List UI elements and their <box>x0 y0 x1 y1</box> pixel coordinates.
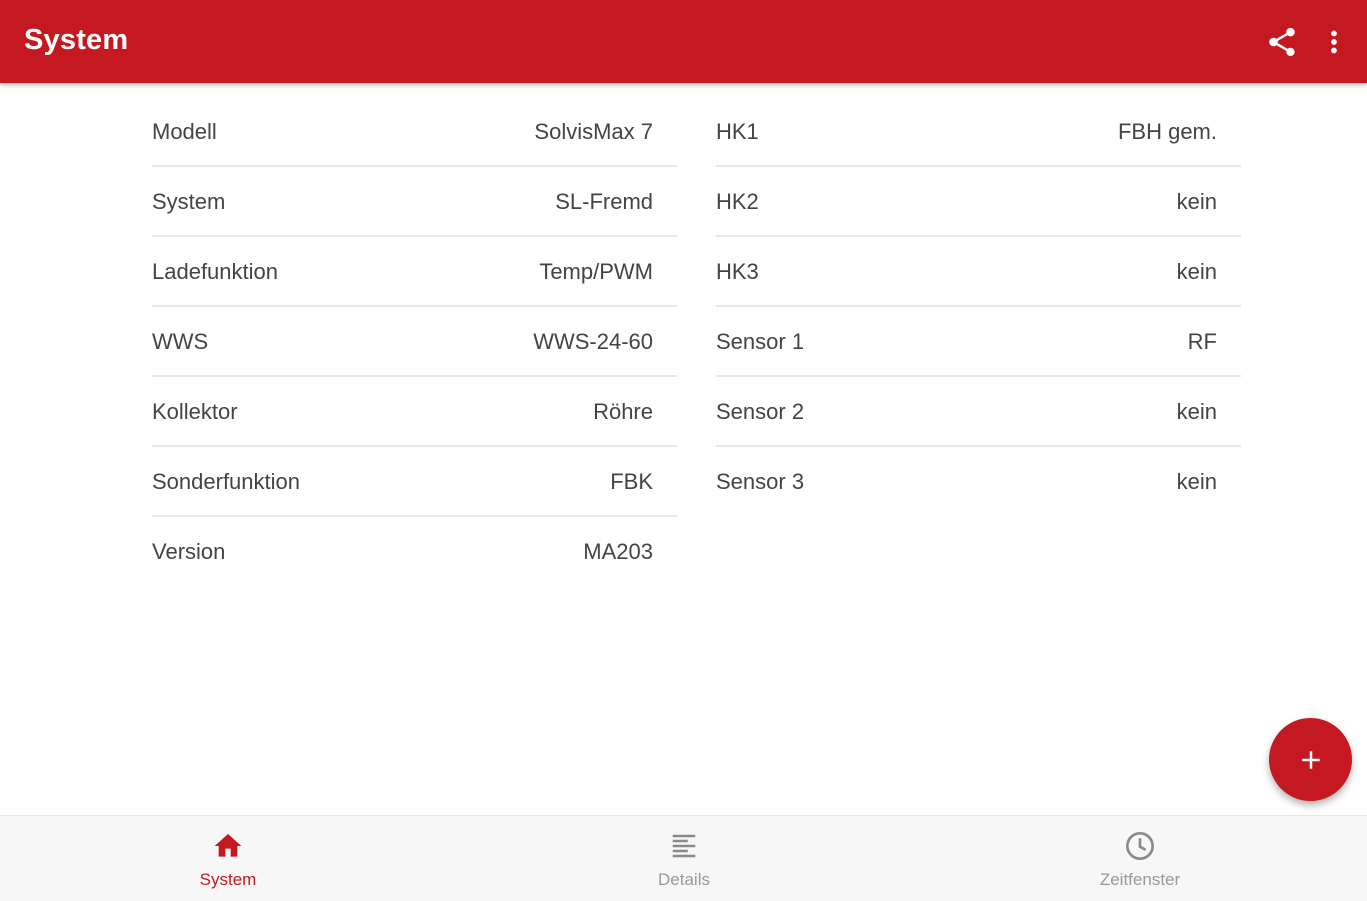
row-value: Röhre <box>593 399 653 424</box>
share-icon <box>1269 27 1295 57</box>
bottom-navigation: System Details Zeitfenster <box>0 815 1367 901</box>
system-info-right-column: HK1 FBH gem. HK2 kein HK3 kein Sensor 1 … <box>716 97 1241 515</box>
row-label: WWS <box>152 329 209 354</box>
info-row-ladefunktion: Ladefunktion Temp/PWM <box>152 237 677 307</box>
page-title: System <box>24 24 129 56</box>
row-value: RF <box>1187 329 1217 354</box>
plus-icon <box>1301 750 1320 769</box>
row-label: Sonderfunktion <box>152 469 300 494</box>
nav-label: Zeitfenster <box>1099 870 1181 889</box>
row-value: FBH gem. <box>1117 119 1217 144</box>
nav-item-zeitfenster[interactable]: Zeitfenster <box>1040 816 1240 901</box>
system-info-left-column: Modell SolvisMax 7 System SL-Fremd Ladef… <box>152 97 677 585</box>
info-row-hk3: HK3 kein <box>716 237 1241 307</box>
row-value: kein <box>1176 399 1217 424</box>
row-label: Sensor 3 <box>716 469 805 494</box>
row-value: kein <box>1176 469 1217 494</box>
info-row-wws: WWS WWS-24-60 <box>152 307 677 377</box>
more-options-button[interactable] <box>1314 21 1354 63</box>
info-row-sensor-2: Sensor 2 kein <box>716 377 1241 447</box>
row-value: kein <box>1176 259 1217 284</box>
row-label: HK1 <box>716 119 759 144</box>
home-icon <box>214 834 242 857</box>
add-fab-button[interactable] <box>1269 718 1352 801</box>
row-label: Ladefunktion <box>152 259 278 284</box>
row-label: Version <box>152 539 226 564</box>
app-bar: System <box>0 0 1367 83</box>
row-label: System <box>152 189 226 214</box>
info-row-modell: Modell SolvisMax 7 <box>152 97 677 167</box>
info-row-version: Version MA203 <box>152 517 677 585</box>
row-label: HK2 <box>716 189 759 214</box>
row-label: Kollektor <box>152 399 238 424</box>
row-value: WWS-24-60 <box>533 329 653 354</box>
info-row-hk2: HK2 kein <box>716 167 1241 237</box>
share-button[interactable] <box>1262 21 1302 63</box>
row-label: Sensor 2 <box>716 399 805 424</box>
info-row-kollektor: Kollektor Röhre <box>152 377 677 447</box>
row-label: HK3 <box>716 259 759 284</box>
nav-label: Details <box>658 870 710 889</box>
list-icon <box>672 834 696 858</box>
more-vert-icon <box>1331 30 1337 54</box>
row-value: MA203 <box>583 539 653 564</box>
row-value: SL-Fremd <box>555 189 653 214</box>
info-row-sensor-1: Sensor 1 RF <box>716 307 1241 377</box>
info-row-system: System SL-Fremd <box>152 167 677 237</box>
row-value: Temp/PWM <box>539 259 653 284</box>
info-row-sonderfunktion: Sonderfunktion FBK <box>152 447 677 517</box>
row-value: kein <box>1176 189 1217 214</box>
info-row-sensor-3: Sensor 3 kein <box>716 447 1241 515</box>
info-row-hk1: HK1 FBH gem. <box>716 97 1241 167</box>
row-value: FBK <box>610 469 653 494</box>
nav-item-system[interactable]: System <box>128 816 328 901</box>
clock-icon <box>1126 832 1154 860</box>
row-label: Sensor 1 <box>716 329 805 354</box>
row-label: Modell <box>152 119 217 144</box>
row-value: SolvisMax 7 <box>534 119 653 144</box>
nav-label: System <box>199 870 257 889</box>
nav-item-details[interactable]: Details <box>584 816 784 901</box>
